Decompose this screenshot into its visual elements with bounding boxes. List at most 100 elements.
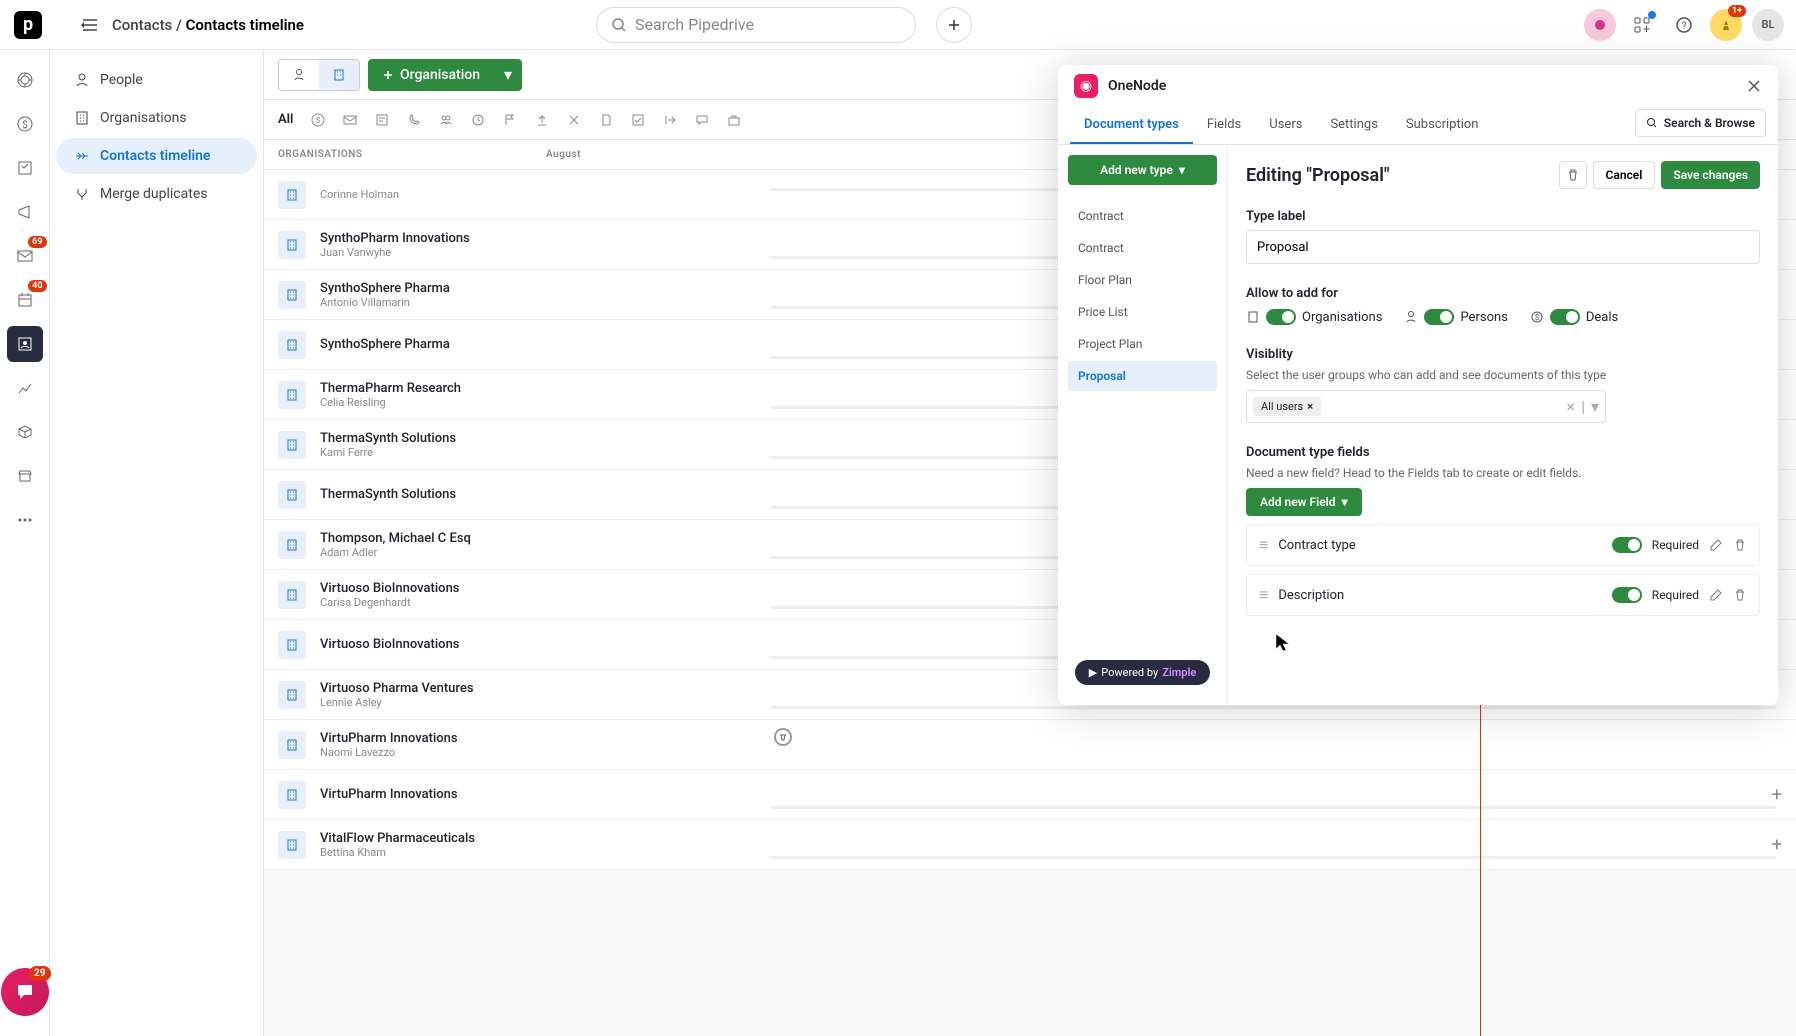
clear-select-icon[interactable]: ×: [1567, 397, 1576, 416]
help-icon[interactable]: ?: [1668, 9, 1700, 41]
type-item[interactable]: Proposal: [1068, 361, 1217, 391]
building-icon: [278, 231, 306, 259]
org-row[interactable]: VitalFlow Pharmaceuticals Bettina Kham +: [264, 820, 1796, 870]
tab-users[interactable]: Users: [1255, 107, 1316, 144]
org-name: VirtuPharm Innovations: [320, 787, 458, 802]
view-org-icon[interactable]: [319, 60, 359, 90]
filter-all[interactable]: All: [278, 112, 293, 127]
toggle-persons[interactable]: [1424, 309, 1454, 325]
close-icon[interactable]: [1746, 78, 1762, 94]
filter-chat-icon[interactable]: [695, 113, 709, 127]
building-icon: [278, 181, 306, 209]
filter-flag-icon[interactable]: [503, 113, 517, 127]
filter-share-icon[interactable]: [663, 113, 677, 127]
filter-call-icon[interactable]: [407, 113, 421, 127]
breadcrumb-parent[interactable]: Contacts: [112, 16, 172, 34]
powered-by-badge[interactable]: ▶ Powered by Zimple: [1075, 660, 1210, 685]
sidebar-item-organisations[interactable]: Organisations: [56, 100, 257, 136]
delete-field-icon[interactable]: [1733, 538, 1747, 552]
tab-settings[interactable]: Settings: [1316, 107, 1391, 144]
tab-fields[interactable]: Fields: [1193, 107, 1255, 144]
add-organisation-dropdown[interactable]: ▾: [494, 59, 522, 91]
tab-document-types[interactable]: Document types: [1070, 107, 1193, 144]
rail-more-icon[interactable]: [7, 502, 43, 538]
drag-handle-icon[interactable]: ≡: [1259, 535, 1268, 555]
rail-campaigns-icon[interactable]: [7, 194, 43, 230]
type-item[interactable]: Contract: [1068, 201, 1217, 231]
type-item[interactable]: Floor Plan: [1068, 265, 1217, 295]
chat-fab[interactable]: 29: [1, 968, 49, 1016]
tab-subscription[interactable]: Subscription: [1392, 107, 1493, 144]
org-name: Virtuoso BioInnovations: [320, 581, 460, 596]
filter-doc-icon[interactable]: [599, 113, 613, 127]
add-activity-icon[interactable]: +: [1772, 784, 1782, 805]
filter-check-icon[interactable]: [631, 113, 645, 127]
filter-meeting-icon[interactable]: [439, 113, 453, 127]
add-new-type-button[interactable]: Add new type ▾: [1068, 155, 1217, 185]
rail-marketplace-icon[interactable]: [7, 458, 43, 494]
rail-insights-icon[interactable]: [7, 370, 43, 406]
remove-tag-icon[interactable]: ×: [1307, 400, 1313, 413]
visibility-select[interactable]: All users × × | ▾: [1246, 390, 1606, 423]
drag-handle-icon[interactable]: ≡: [1259, 585, 1268, 605]
filter-mail-icon[interactable]: [343, 113, 357, 127]
toggle-required[interactable]: [1612, 537, 1642, 553]
filter-clock-icon[interactable]: [471, 113, 485, 127]
sidebar-item-contacts-timeline[interactable]: Contacts timeline: [56, 138, 257, 174]
rail-contacts-icon[interactable]: [7, 326, 43, 362]
add-new-field-button[interactable]: Add new Field ▾: [1246, 488, 1362, 516]
view-person-icon[interactable]: [279, 60, 319, 90]
type-item[interactable]: Project Plan: [1068, 329, 1217, 359]
view-toggle[interactable]: [278, 59, 360, 91]
search-icon: [611, 17, 627, 33]
assistant-icon[interactable]: [1584, 9, 1616, 41]
edit-field-icon[interactable]: [1709, 588, 1723, 602]
building-icon: [278, 631, 306, 659]
global-add-button[interactable]: [936, 7, 972, 43]
rail-products-icon[interactable]: [7, 414, 43, 450]
allow-label: Allow to add for: [1246, 286, 1760, 301]
delete-type-button[interactable]: [1559, 161, 1587, 189]
edit-field-icon[interactable]: [1709, 538, 1723, 552]
timeline-pin-icon[interactable]: [774, 728, 792, 746]
building-icon: [278, 431, 306, 459]
type-label-input[interactable]: [1246, 230, 1760, 264]
filter-tools-icon[interactable]: [567, 113, 581, 127]
rail-home-icon[interactable]: [7, 62, 43, 98]
rail-mail-icon[interactable]: 69: [7, 238, 43, 274]
notifications-icon[interactable]: 1+: [1710, 9, 1742, 41]
user-avatar[interactable]: BL: [1752, 9, 1784, 41]
type-item[interactable]: Contract: [1068, 233, 1217, 263]
save-changes-button[interactable]: Save changes: [1661, 161, 1760, 189]
cancel-button[interactable]: Cancel: [1593, 161, 1656, 189]
global-search[interactable]: Search Pipedrive: [596, 7, 916, 43]
toggle-required[interactable]: [1612, 587, 1642, 603]
activities-badge: 40: [28, 280, 46, 292]
org-name: Thompson, Michael C Esq: [320, 531, 471, 546]
rail-activities-icon[interactable]: 40: [7, 282, 43, 318]
org-row[interactable]: VirtuPharm Innovations +: [264, 770, 1796, 820]
search-browse-button[interactable]: Search & Browse: [1635, 109, 1766, 137]
apps-icon[interactable]: [1626, 9, 1658, 41]
menu-toggle-icon[interactable]: [80, 15, 100, 35]
filter-currency-icon[interactable]: $: [311, 113, 325, 127]
chevron-down-icon[interactable]: ▾: [1591, 397, 1599, 416]
type-item[interactable]: Price List: [1068, 297, 1217, 327]
add-organisation-button[interactable]: Organisation: [368, 59, 494, 91]
filter-upload-icon[interactable]: [535, 113, 549, 127]
org-person: Juan Vanwyhe: [320, 246, 470, 259]
add-activity-icon[interactable]: +: [1772, 834, 1782, 855]
toggle-deals[interactable]: [1550, 309, 1580, 325]
sidebar-item-people[interactable]: People: [56, 62, 257, 98]
sidebar-item-merge-duplicates[interactable]: Merge duplicates: [56, 176, 257, 212]
search-placeholder: Search Pipedrive: [635, 15, 754, 34]
filter-note-icon[interactable]: [375, 113, 389, 127]
rail-projects-icon[interactable]: [7, 150, 43, 186]
toggle-organisations[interactable]: [1266, 309, 1296, 325]
filter-briefcase-icon[interactable]: [727, 113, 741, 127]
pipedrive-logo[interactable]: p: [14, 11, 42, 39]
org-row[interactable]: VirtuPharm Innovations Naomi Lavezzo: [264, 720, 1796, 770]
delete-field-icon[interactable]: [1733, 588, 1747, 602]
rail-deals-icon[interactable]: $: [7, 106, 43, 142]
building-icon: [278, 331, 306, 359]
